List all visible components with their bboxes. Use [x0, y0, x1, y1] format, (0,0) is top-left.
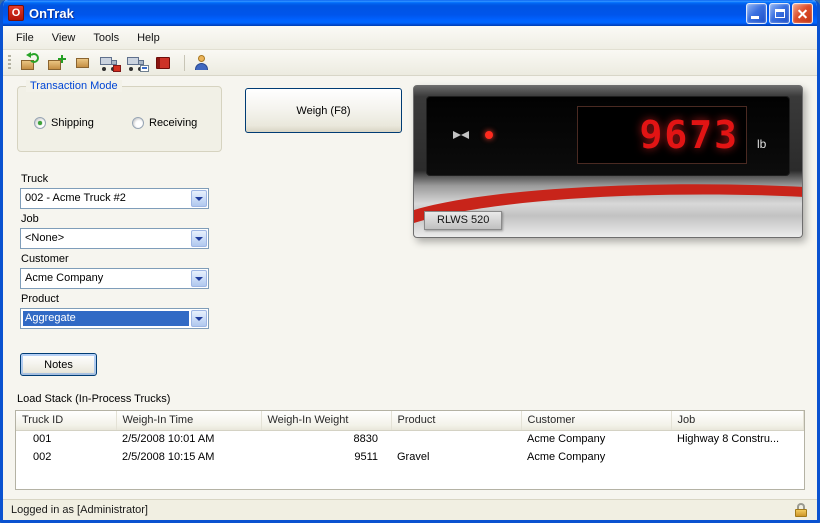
scale-display-panel: 9673 lb [426, 96, 790, 176]
menu-file[interactable]: File [7, 28, 43, 48]
toolbar-separator [184, 54, 185, 71]
app-logo-icon: O [8, 5, 24, 21]
col-customer[interactable]: Customer [521, 411, 672, 431]
scale-balance-icon [453, 131, 461, 139]
product-box-icon[interactable] [71, 52, 95, 74]
menu-bar: File View Tools Help [3, 26, 817, 50]
col-truck-id[interactable]: Truck ID [16, 411, 117, 431]
transaction-mode-title: Transaction Mode [26, 80, 122, 92]
cell-truck-id: 001 [33, 433, 52, 446]
close-button[interactable] [792, 2, 813, 24]
col-weigh-in-weight[interactable]: Weigh-In Weight [261, 411, 392, 431]
status-bar: Logged in as [Administrator] [3, 499, 817, 520]
job-label: Job [21, 213, 39, 225]
title-bar: O OnTrak [3, 0, 817, 26]
radio-shipping-label: Shipping [51, 117, 94, 129]
table-row[interactable]: 001 2/5/2008 10:01 AM 8830 Acme Company … [16, 430, 804, 448]
transaction-mode-group: Transaction Mode Shipping Receiving [17, 80, 222, 152]
col-product[interactable]: Product [391, 411, 522, 431]
product-dropdown[interactable]: Aggregate [20, 308, 209, 329]
truck-label: Truck [21, 173, 49, 185]
job-dropdown[interactable]: <None> [20, 228, 209, 249]
toolbar-grip[interactable] [8, 54, 11, 71]
radio-receiving[interactable]: Receiving [132, 117, 197, 129]
cell-product: Gravel [397, 451, 430, 463]
product-dropdown-button[interactable] [191, 310, 207, 327]
menu-view[interactable]: View [43, 28, 85, 48]
window-title: OnTrak [29, 5, 74, 21]
minimize-button[interactable] [746, 2, 767, 24]
main-content: Transaction Mode Shipping Receiving Weig… [3, 76, 817, 499]
job-dropdown-button[interactable] [191, 230, 207, 247]
cell-weigh-in-weight: 9511 [354, 451, 378, 463]
notes-button[interactable]: Notes [20, 353, 97, 376]
radio-shipping[interactable]: Shipping [34, 117, 94, 129]
customer-dropdown-button[interactable] [191, 270, 207, 287]
cell-weigh-in-weight: 8830 [353, 433, 378, 446]
product-label: Product [21, 293, 59, 305]
scale-weight-window: 9673 [577, 106, 747, 164]
table-row[interactable]: 002 2/5/2008 10:15 AM 9511 Gravel Acme C… [16, 448, 804, 466]
col-weigh-in-time[interactable]: Weigh-In Time [116, 411, 262, 431]
truck-dropdown[interactable]: 002 - Acme Truck #2 [20, 188, 209, 209]
cell-weigh-in-time: 2/5/2008 10:01 AM [122, 433, 215, 446]
chevron-down-icon [195, 316, 203, 321]
truck-dropdown-button[interactable] [191, 190, 207, 207]
col-job[interactable]: Job [671, 411, 804, 431]
sync-transaction-icon[interactable] [17, 51, 41, 74]
weigh-button[interactable]: Weigh (F8) [245, 88, 402, 133]
scale-weight-value: 9673 [639, 113, 739, 157]
truck-card-icon[interactable] [125, 52, 149, 74]
table-header-row: Truck ID Weigh-In Time Weigh-In Weight P… [16, 411, 804, 431]
scale-indicator: 9673 lb RLWS 520 [413, 85, 803, 238]
radio-receiving-label: Receiving [149, 117, 198, 129]
menu-tools[interactable]: Tools [84, 28, 128, 48]
minimize-icon [751, 15, 759, 19]
maximize-icon [775, 8, 785, 18]
scale-model-plate: RLWS 520 [424, 211, 503, 230]
chevron-down-icon [195, 236, 203, 241]
customer-label: Customer [21, 253, 69, 265]
new-load-icon[interactable] [44, 52, 68, 74]
status-logged-in-text: Logged in as [Administrator] [11, 504, 148, 516]
cell-customer: Acme Company [527, 451, 606, 463]
load-stack-title: Load Stack (In-Process Trucks) [17, 393, 171, 405]
menu-help[interactable]: Help [128, 28, 169, 48]
user-accounts-icon[interactable] [190, 52, 214, 74]
maximize-button[interactable] [769, 2, 790, 24]
toolbar [3, 50, 817, 76]
customer-dropdown-value: Acme Company [25, 272, 104, 284]
cell-job: Highway 8 Constru... [677, 433, 780, 446]
cell-customer: Acme Company [527, 433, 606, 446]
product-dropdown-value: Aggregate [23, 311, 189, 326]
lock-icon [795, 503, 807, 517]
reports-book-icon[interactable] [152, 52, 176, 74]
radio-receiving-circle [132, 117, 144, 129]
cell-product [391, 430, 521, 448]
job-dropdown-value: <None> [25, 232, 65, 244]
chevron-down-icon [195, 276, 203, 281]
scale-led-indicator [485, 131, 493, 139]
cell-weigh-in-time: 2/5/2008 10:15 AM [122, 451, 215, 463]
chevron-down-icon [195, 196, 203, 201]
app-window: O OnTrak File View Tools Help Transactio… [0, 0, 820, 523]
truck-finance-icon[interactable] [98, 52, 122, 74]
cell-truck-id: 002 [33, 451, 52, 463]
truck-dropdown-value: 002 - Acme Truck #2 [25, 192, 126, 204]
customer-dropdown[interactable]: Acme Company [20, 268, 209, 289]
cell-job [671, 448, 804, 466]
load-stack-table: Truck ID Weigh-In Time Weigh-In Weight P… [15, 410, 805, 490]
scale-weight-unit: lb [757, 137, 767, 151]
radio-shipping-circle [34, 117, 46, 129]
